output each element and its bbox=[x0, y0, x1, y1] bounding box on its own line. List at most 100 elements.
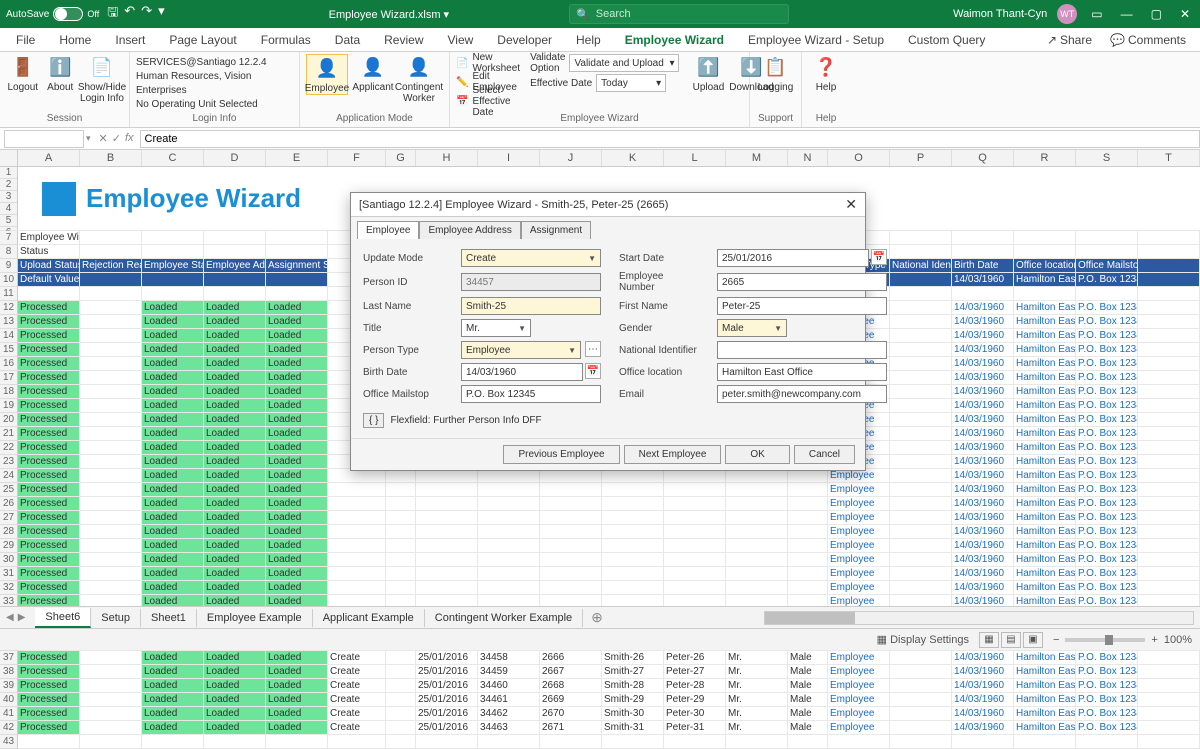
cell[interactable]: P.O. Box 12345 bbox=[1076, 483, 1138, 497]
cell[interactable] bbox=[328, 525, 386, 539]
cell[interactable]: Mr. bbox=[726, 651, 788, 665]
row-header[interactable]: 21 bbox=[0, 427, 18, 441]
cell[interactable]: Default Values bbox=[18, 273, 80, 287]
cell[interactable] bbox=[416, 553, 478, 567]
cell[interactable]: Loaded bbox=[142, 511, 204, 525]
cell[interactable]: P.O. Box 12345 bbox=[1076, 651, 1138, 665]
cell[interactable]: Hamilton East O bbox=[1014, 427, 1076, 441]
cell[interactable]: Create bbox=[328, 721, 386, 735]
cell[interactable]: Processed bbox=[18, 343, 80, 357]
cell[interactable]: Peter-28 bbox=[664, 679, 726, 693]
cell[interactable] bbox=[1138, 525, 1200, 539]
cell[interactable] bbox=[664, 735, 726, 749]
cell[interactable] bbox=[80, 287, 142, 301]
cell[interactable] bbox=[80, 567, 142, 581]
cancel-fx-icon[interactable]: ✕ bbox=[99, 132, 108, 145]
cell[interactable] bbox=[726, 469, 788, 483]
cell[interactable] bbox=[328, 483, 386, 497]
cell[interactable] bbox=[142, 245, 204, 259]
zoom-in-icon[interactable]: + bbox=[1151, 634, 1157, 646]
cell[interactable]: Hamilton East O bbox=[1014, 553, 1076, 567]
cell[interactable] bbox=[1138, 441, 1200, 455]
cell[interactable]: Employee bbox=[828, 581, 890, 595]
cell[interactable] bbox=[266, 245, 328, 259]
cell[interactable]: Loaded bbox=[204, 497, 266, 511]
cell[interactable] bbox=[952, 287, 1014, 301]
cell[interactable] bbox=[890, 483, 952, 497]
cell[interactable] bbox=[1014, 245, 1076, 259]
emp-number-field[interactable]: 2665 bbox=[717, 273, 887, 291]
cell[interactable] bbox=[416, 483, 478, 497]
cell[interactable] bbox=[664, 469, 726, 483]
cell[interactable] bbox=[602, 567, 664, 581]
cell[interactable] bbox=[664, 511, 726, 525]
cell[interactable] bbox=[788, 539, 828, 553]
cell[interactable]: Male bbox=[788, 707, 828, 721]
cell[interactable]: 14/03/1960 bbox=[952, 567, 1014, 581]
cell[interactable]: 14/03/1960 bbox=[952, 301, 1014, 315]
cell[interactable]: Loaded bbox=[142, 343, 204, 357]
cell[interactable] bbox=[1076, 287, 1138, 301]
cell[interactable]: Male bbox=[788, 721, 828, 735]
cell[interactable] bbox=[1138, 651, 1200, 665]
select-all[interactable] bbox=[0, 150, 18, 166]
cell[interactable] bbox=[80, 455, 142, 469]
cell[interactable]: 25/01/2016 bbox=[416, 693, 478, 707]
cell[interactable] bbox=[1138, 581, 1200, 595]
cell[interactable] bbox=[664, 497, 726, 511]
row-header[interactable]: 7 bbox=[0, 231, 18, 245]
cell[interactable] bbox=[386, 735, 416, 749]
cell[interactable] bbox=[386, 651, 416, 665]
lookup-icon[interactable]: ⋯ bbox=[585, 341, 601, 357]
autosave-toggle[interactable] bbox=[53, 7, 83, 21]
sheet-tab-setup[interactable]: Setup bbox=[91, 609, 141, 627]
cell[interactable]: Male bbox=[788, 665, 828, 679]
row-header[interactable]: 16 bbox=[0, 357, 18, 371]
cell[interactable] bbox=[602, 469, 664, 483]
cell[interactable] bbox=[890, 525, 952, 539]
cell[interactable] bbox=[788, 567, 828, 581]
cell[interactable]: Loaded bbox=[204, 511, 266, 525]
cell[interactable]: Loaded bbox=[142, 469, 204, 483]
cell[interactable] bbox=[540, 525, 602, 539]
cell[interactable]: Loaded bbox=[142, 679, 204, 693]
cell[interactable]: 14/03/1960 bbox=[952, 455, 1014, 469]
cell[interactable]: Loaded bbox=[142, 427, 204, 441]
calendar-icon[interactable]: 📅 bbox=[871, 249, 887, 265]
share-button[interactable]: ↗Share bbox=[1041, 29, 1098, 51]
zoom-level[interactable]: 100% bbox=[1164, 634, 1192, 646]
cell[interactable] bbox=[328, 581, 386, 595]
cell[interactable] bbox=[664, 525, 726, 539]
col-header-S[interactable]: S bbox=[1076, 150, 1138, 166]
col-header-G[interactable]: G bbox=[386, 150, 416, 166]
cell[interactable] bbox=[266, 735, 328, 749]
cell[interactable] bbox=[1138, 259, 1200, 273]
cell[interactable] bbox=[80, 511, 142, 525]
cell[interactable] bbox=[726, 567, 788, 581]
cell[interactable]: P.O. Box 12345 bbox=[1076, 707, 1138, 721]
cell[interactable]: Hamilton East O bbox=[1014, 525, 1076, 539]
cell[interactable] bbox=[416, 511, 478, 525]
cell[interactable]: Employee bbox=[828, 553, 890, 567]
cell[interactable]: Loaded bbox=[142, 651, 204, 665]
cell[interactable]: Processed bbox=[18, 497, 80, 511]
cell[interactable] bbox=[266, 231, 328, 245]
cell[interactable]: Loaded bbox=[204, 301, 266, 315]
last-name-field[interactable]: Smith-25 bbox=[461, 297, 601, 315]
cell[interactable]: Loaded bbox=[266, 301, 328, 315]
cell[interactable]: 25/01/2016 bbox=[416, 665, 478, 679]
cell[interactable] bbox=[890, 343, 952, 357]
cell[interactable]: Peter-29 bbox=[664, 693, 726, 707]
cell[interactable]: Employee Wizard bbox=[18, 231, 80, 245]
cell[interactable]: Processed bbox=[18, 385, 80, 399]
cell[interactable]: Loaded bbox=[266, 329, 328, 343]
cell[interactable]: Loaded bbox=[266, 441, 328, 455]
cell[interactable]: 34458 bbox=[478, 651, 540, 665]
cell[interactable] bbox=[386, 721, 416, 735]
tab-custom-query[interactable]: Custom Query bbox=[898, 29, 995, 51]
cell[interactable]: Processed bbox=[18, 511, 80, 525]
email-field[interactable]: peter.smith@newcompany.com bbox=[717, 385, 887, 403]
cell[interactable]: Loaded bbox=[266, 413, 328, 427]
col-header-A[interactable]: A bbox=[18, 150, 80, 166]
cell[interactable]: Employee bbox=[828, 567, 890, 581]
